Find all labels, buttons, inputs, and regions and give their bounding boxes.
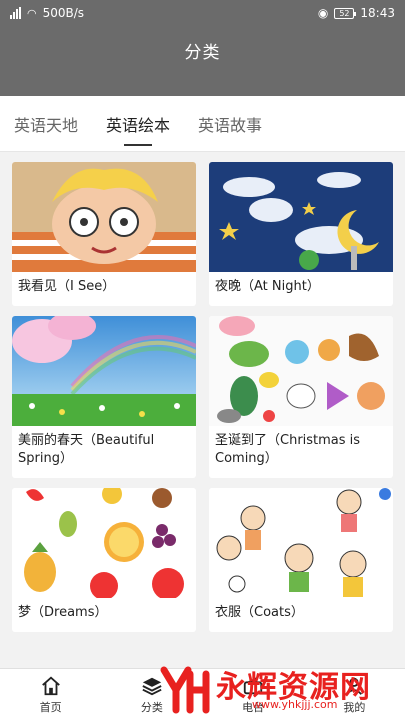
tab-english-picture-books[interactable]: 英语绘本 <box>106 96 170 152</box>
book-card-beautiful-spring[interactable]: 美丽的春天（Beautiful Spring） <box>12 316 196 478</box>
book-title: 夜晚（At Night） <box>215 279 320 294</box>
book-cover-image <box>209 316 393 426</box>
page-title: 分类 <box>184 43 221 63</box>
eye-icon: ◉ <box>317 6 329 20</box>
book-cover-image <box>209 488 393 598</box>
book-title: 圣诞到了（Christmas is Coming） <box>215 433 361 466</box>
user-icon <box>346 677 363 695</box>
book-cover-image <box>12 316 196 426</box>
book-grid: 我看见（I See） 夜晚（At Night） 美丽的春天（Beautiful … <box>0 152 405 632</box>
book-title: 美丽的春天（Beautiful Spring） <box>18 433 155 466</box>
nav-label: 我的 <box>343 700 366 714</box>
network-speed: 500B/s <box>42 6 85 20</box>
wifi-icon: ◠ <box>27 6 37 20</box>
layers-icon <box>142 677 162 695</box>
book-cover-image <box>12 488 196 598</box>
tab-english-stories[interactable]: 英语故事 <box>198 96 262 152</box>
nav-label: 分类 <box>140 700 163 714</box>
category-tabs: 英语天地 英语绘本 英语故事 <box>0 96 405 152</box>
tab-english-world[interactable]: 英语天地 <box>14 96 78 152</box>
book-card-dreams[interactable]: 梦（Dreams） <box>12 488 196 632</box>
nav-label: 首页 <box>39 700 62 714</box>
nav-label: 电台 <box>242 700 265 714</box>
bottom-navigation: 首页 分类 电台 我的 <box>0 668 405 720</box>
battery-icon: 52 <box>334 7 357 19</box>
book-title: 衣服（Coats） <box>215 605 304 620</box>
book-title: 梦（Dreams） <box>18 605 108 620</box>
nav-mine[interactable]: 我的 <box>304 669 405 720</box>
cell-signal-icon <box>10 7 21 19</box>
app-header: ◠ 500B/s ◉ 52 18:43 分类 <box>0 0 405 96</box>
book-card-i-see[interactable]: 我看见（I See） <box>12 162 196 306</box>
book-card-christmas-is-coming[interactable]: 圣诞到了（Christmas is Coming） <box>209 316 393 478</box>
clock: 18:43 <box>360 6 395 20</box>
nav-home[interactable]: 首页 <box>0 669 101 720</box>
nav-category[interactable]: 分类 <box>101 669 202 720</box>
book-title: 我看见（I See） <box>18 279 116 294</box>
book-card-coats[interactable]: 衣服（Coats） <box>209 488 393 632</box>
status-bar: ◠ 500B/s ◉ 52 18:43 <box>0 0 405 26</box>
book-cover-image <box>12 162 196 272</box>
book-card-at-night[interactable]: 夜晚（At Night） <box>209 162 393 306</box>
nav-radio[interactable]: 电台 <box>203 669 304 720</box>
home-icon <box>41 676 60 695</box>
book-cover-image <box>209 162 393 272</box>
radio-icon <box>243 676 263 694</box>
